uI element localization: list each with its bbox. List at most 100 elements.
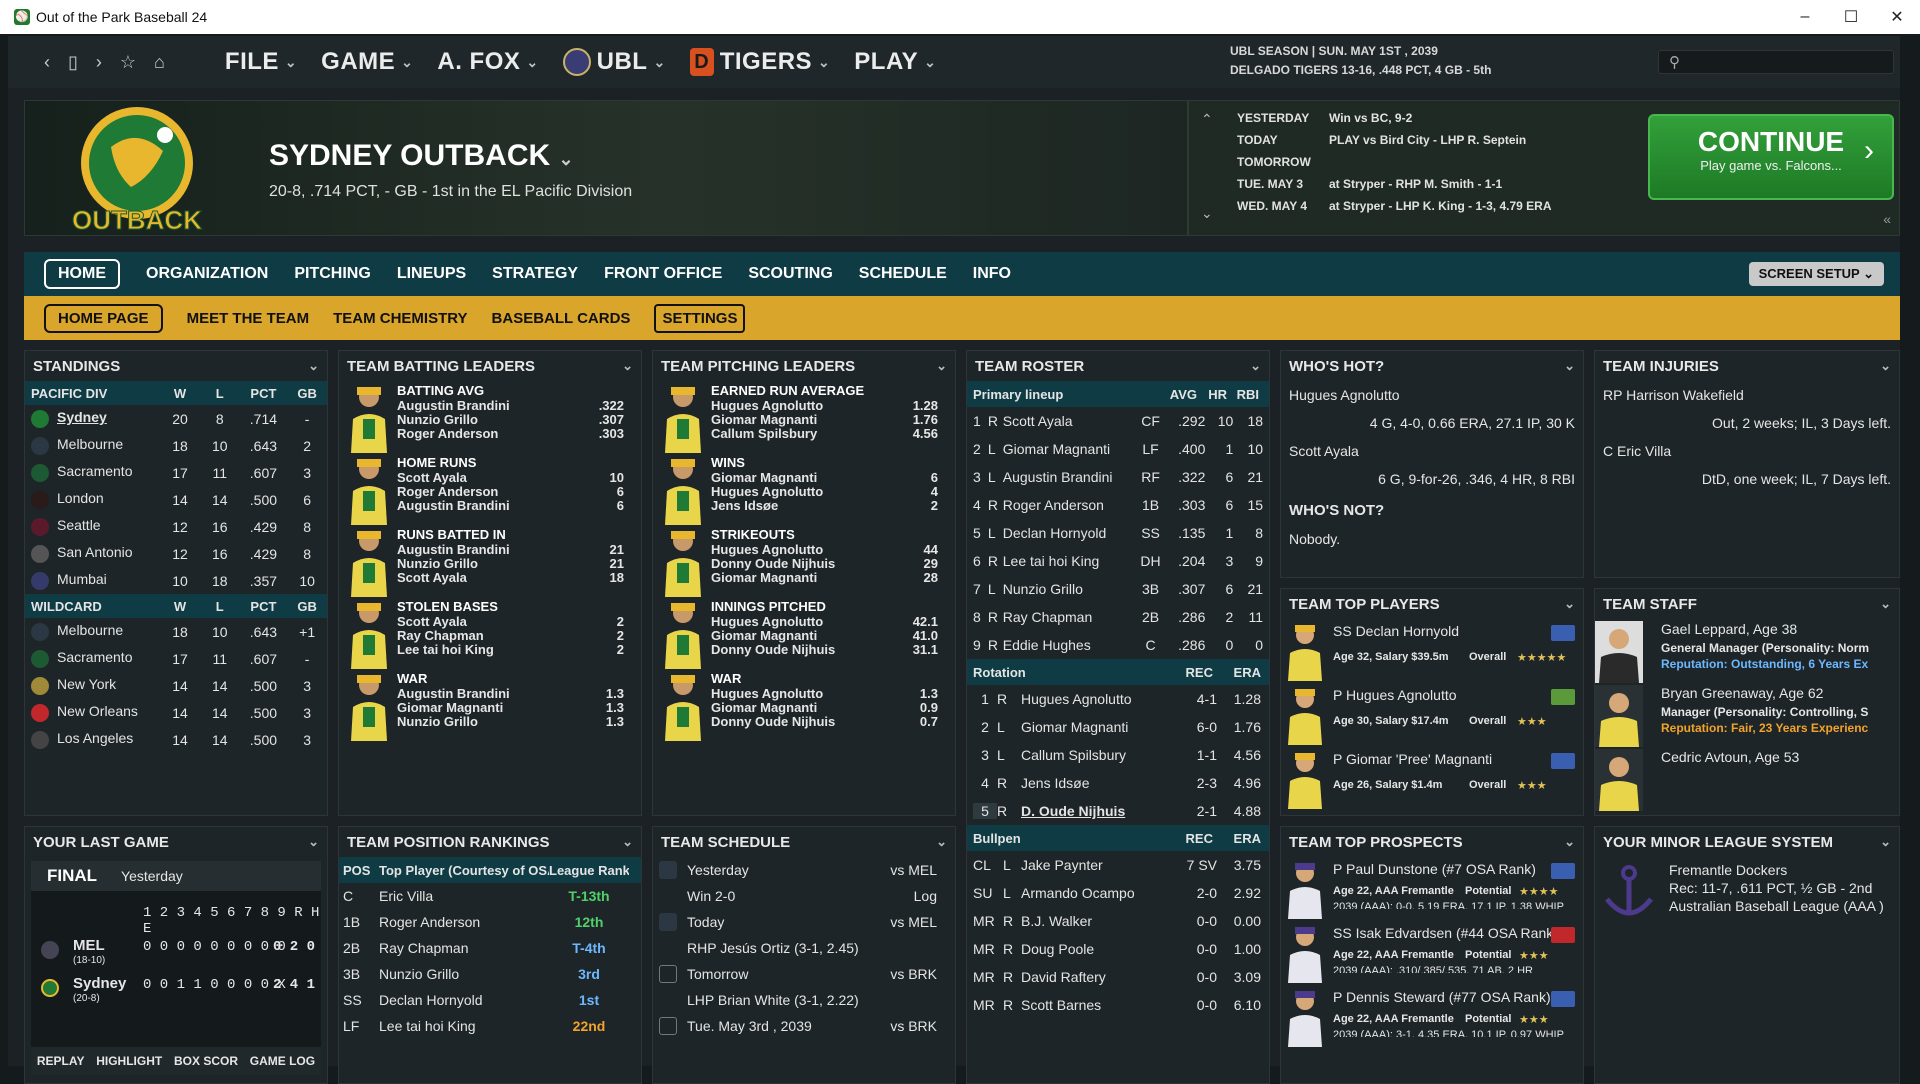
leader-name[interactable]: Callum Spilsbury <box>711 426 817 441</box>
position-row[interactable]: 1B Roger Anderson 12th <box>339 909 641 935</box>
schedule-row[interactable]: Tue. May 3rd , 2039 vs BRK <box>653 1013 955 1039</box>
leader-name[interactable]: Giomar Magnanti <box>397 700 503 715</box>
minor-league-item[interactable]: Fremantle Dockers Rec: 11-7, .611 PCT, ½… <box>1595 857 1899 937</box>
leader-name[interactable]: Giomar Magnanti <box>711 412 817 427</box>
position-row[interactable]: LF Lee tai hoi King 22nd <box>339 1013 641 1039</box>
leader-name[interactable]: Augustin Brandini <box>397 542 510 557</box>
leader-name[interactable]: Scott Ayala <box>397 570 467 585</box>
wildcard-row[interactable]: Sacramento 17 11 .607 - <box>25 645 327 672</box>
position-row[interactable]: 3B Nunzio Grillo 3rd <box>339 961 641 987</box>
chevron-down-icon[interactable]: ⌄ <box>1564 834 1575 850</box>
injured-player-name[interactable]: RP Harrison Wakefield <box>1603 381 1891 409</box>
chevron-down-icon[interactable]: ⌄ <box>308 834 319 850</box>
leader-name[interactable]: Roger Anderson <box>397 426 498 441</box>
team-name-dropdown[interactable]: SYDNEY OUTBACK ⌄ <box>269 139 574 173</box>
prospect-item[interactable]: P Dennis Steward (#77 OSA Rank) Age 22, A… <box>1281 985 1583 1049</box>
injured-player-name[interactable]: C Eric Villa <box>1603 437 1891 465</box>
staff-item[interactable]: Cedric Avtoun, Age 53 <box>1595 747 1899 811</box>
scroll-down-icon[interactable]: ⌄ <box>1201 205 1213 222</box>
tab-info[interactable]: INFO <box>973 265 1011 283</box>
bullpen-row[interactable]: MR R Scott Barnes 0-0 6.10 <box>967 991 1269 1019</box>
tab-scouting[interactable]: SCOUTING <box>748 265 832 283</box>
leader-name[interactable]: Augustin Brandini <box>397 686 510 701</box>
close-button[interactable]: ✕ <box>1874 0 1920 34</box>
leader-name[interactable]: Scott Ayala <box>397 614 467 629</box>
chevron-down-icon[interactable]: ⌄ <box>308 358 319 374</box>
standings-row[interactable]: Mumbai 10 18 .357 10 <box>25 567 327 594</box>
leader-name[interactable]: Giomar Magnanti <box>711 570 817 585</box>
leader-name[interactable]: Nunzio Grillo <box>397 412 478 427</box>
tab-strategy[interactable]: STRATEGY <box>492 265 578 283</box>
lineup-row[interactable]: 3 L Augustin Brandini RF .322 6 21 <box>967 463 1269 491</box>
screen-setup-button[interactable]: SCREEN SETUP ⌄ <box>1748 262 1884 286</box>
leader-name[interactable]: Hugues Agnolutto <box>711 614 823 629</box>
schedule-row[interactable]: Yesterday vs MEL <box>653 857 955 883</box>
menu-manager[interactable]: A. FOX ⌄ <box>437 48 538 76</box>
chevron-down-icon[interactable]: ⌄ <box>1880 834 1891 850</box>
top-player-item[interactable]: P Giomar 'Pree' Magnanti Age 26, Salary $… <box>1281 747 1583 811</box>
lineup-row[interactable]: 4 R Roger Anderson 1B .303 6 15 <box>967 491 1269 519</box>
leader-name[interactable]: Nunzio Grillo <box>397 556 478 571</box>
position-row[interactable]: C Eric Villa T-13th <box>339 883 641 909</box>
menu-league[interactable]: UBL ⌄ <box>562 48 666 76</box>
standings-row[interactable]: Melbourne 18 10 .643 2 <box>25 432 327 459</box>
lineup-row[interactable]: 5 L Declan Hornyold SS .135 1 8 <box>967 519 1269 547</box>
wildcard-row[interactable]: Los Angeles 14 14 .500 3 <box>25 726 327 753</box>
tab-home[interactable]: HOME <box>44 259 120 289</box>
subtab-home-page[interactable]: HOME PAGE <box>44 303 163 333</box>
standings-row[interactable]: Seattle 12 16 .429 8 <box>25 513 327 540</box>
schedule-row[interactable]: RHP Jesús Ortiz (3-1, 2.45) <box>653 935 955 961</box>
leader-name[interactable]: Nunzio Grillo <box>397 714 478 729</box>
chevron-down-icon[interactable]: ⌄ <box>622 834 633 850</box>
staff-item[interactable]: Gael Leppard, Age 38 General Manager (Per… <box>1595 619 1899 683</box>
standings-row[interactable]: Sacramento 17 11 .607 3 <box>25 459 327 486</box>
leader-name[interactable]: Lee tai hoi King <box>397 642 494 657</box>
schedule-row[interactable]: Tomorrow vs BRK <box>653 961 955 987</box>
tab-front-office[interactable]: FRONT OFFICE <box>604 265 722 283</box>
lineup-row[interactable]: 8 R Ray Chapman 2B .286 2 11 <box>967 603 1269 631</box>
subtab-team-chemistry[interactable]: TEAM CHEMISTRY <box>333 310 467 327</box>
leader-name[interactable]: Donny Oude Nijhuis <box>711 556 835 571</box>
chevron-down-icon[interactable]: ⌄ <box>936 834 947 850</box>
lineup-row[interactable]: 9 R Eddie Hughes C .286 0 0 <box>967 631 1269 659</box>
leader-name[interactable]: Donny Oude Nijhuis <box>711 714 835 729</box>
standings-row[interactable]: London 14 14 .500 6 <box>25 486 327 513</box>
prospect-item[interactable]: SS Isak Edvardsen (#44 OSA Rank) Age 22, … <box>1281 921 1583 985</box>
leader-name[interactable]: Hugues Agnolutto <box>711 398 823 413</box>
leader-name[interactable]: Augustin Brandini <box>397 398 510 413</box>
maximize-button[interactable]: ☐ <box>1828 0 1874 34</box>
chevron-down-icon[interactable]: ⌄ <box>1564 358 1575 374</box>
back-icon[interactable]: ‹ <box>44 52 50 73</box>
chevron-down-icon[interactable]: ⌄ <box>622 358 633 374</box>
schedule-row[interactable]: Win 2-0 Log <box>653 883 955 909</box>
tab-pitching[interactable]: PITCHING <box>294 265 370 283</box>
top-player-item[interactable]: P Hugues Agnolutto Age 30, Salary $17.4m O… <box>1281 683 1583 747</box>
rotation-row[interactable]: 4 R Jens Idsøe 2-3 4.96 <box>967 769 1269 797</box>
lineup-row[interactable]: 6 R Lee tai hoi King DH .204 3 9 <box>967 547 1269 575</box>
leader-name[interactable]: Donny Oude Nijhuis <box>711 642 835 657</box>
menu-game[interactable]: GAME ⌄ <box>321 48 413 76</box>
bullpen-row[interactable]: MR R B.J. Walker 0-0 0.00 <box>967 907 1269 935</box>
leader-name[interactable]: Jens Idsøe <box>711 498 778 513</box>
hot-player-name[interactable]: Scott Ayala <box>1289 437 1575 465</box>
menu-file[interactable]: FILE ⌄ <box>225 48 297 76</box>
leader-name[interactable]: Giomar Magnanti <box>711 470 817 485</box>
continue-button[interactable]: CONTINUE Play game vs. Falcons... › <box>1648 114 1894 200</box>
rotation-row[interactable]: 2 L Giomar Magnanti 6-0 1.76 <box>967 713 1269 741</box>
standings-row[interactable]: San Antonio 12 16 .429 8 <box>25 540 327 567</box>
leader-name[interactable]: Ray Chapman <box>397 628 484 643</box>
wildcard-row[interactable]: New York 14 14 .500 3 <box>25 672 327 699</box>
lineup-row[interactable]: 2 L Giomar Magnanti LF .400 1 10 <box>967 435 1269 463</box>
leader-name[interactable]: Giomar Magnanti <box>711 700 817 715</box>
menu-play[interactable]: PLAY ⌄ <box>854 48 936 76</box>
tab-organization[interactable]: ORGANIZATION <box>146 265 268 283</box>
lineup-row[interactable]: 1 R Scott Ayala CF .292 10 18 <box>967 407 1269 435</box>
bullpen-row[interactable]: MR R David Raftery 0-0 3.09 <box>967 963 1269 991</box>
home-icon[interactable]: ⌂ <box>154 52 165 73</box>
page-icon[interactable]: ▯ <box>68 52 78 73</box>
rotation-row[interactable]: 3 L Callum Spilsbury 1-1 4.56 <box>967 741 1269 769</box>
leader-name[interactable]: Hugues Agnolutto <box>711 542 823 557</box>
chevron-down-icon[interactable]: ⌄ <box>1250 358 1261 374</box>
subtab-baseball-cards[interactable]: BASEBALL CARDS <box>492 310 631 327</box>
subtab-settings[interactable]: SETTINGS <box>654 303 746 333</box>
